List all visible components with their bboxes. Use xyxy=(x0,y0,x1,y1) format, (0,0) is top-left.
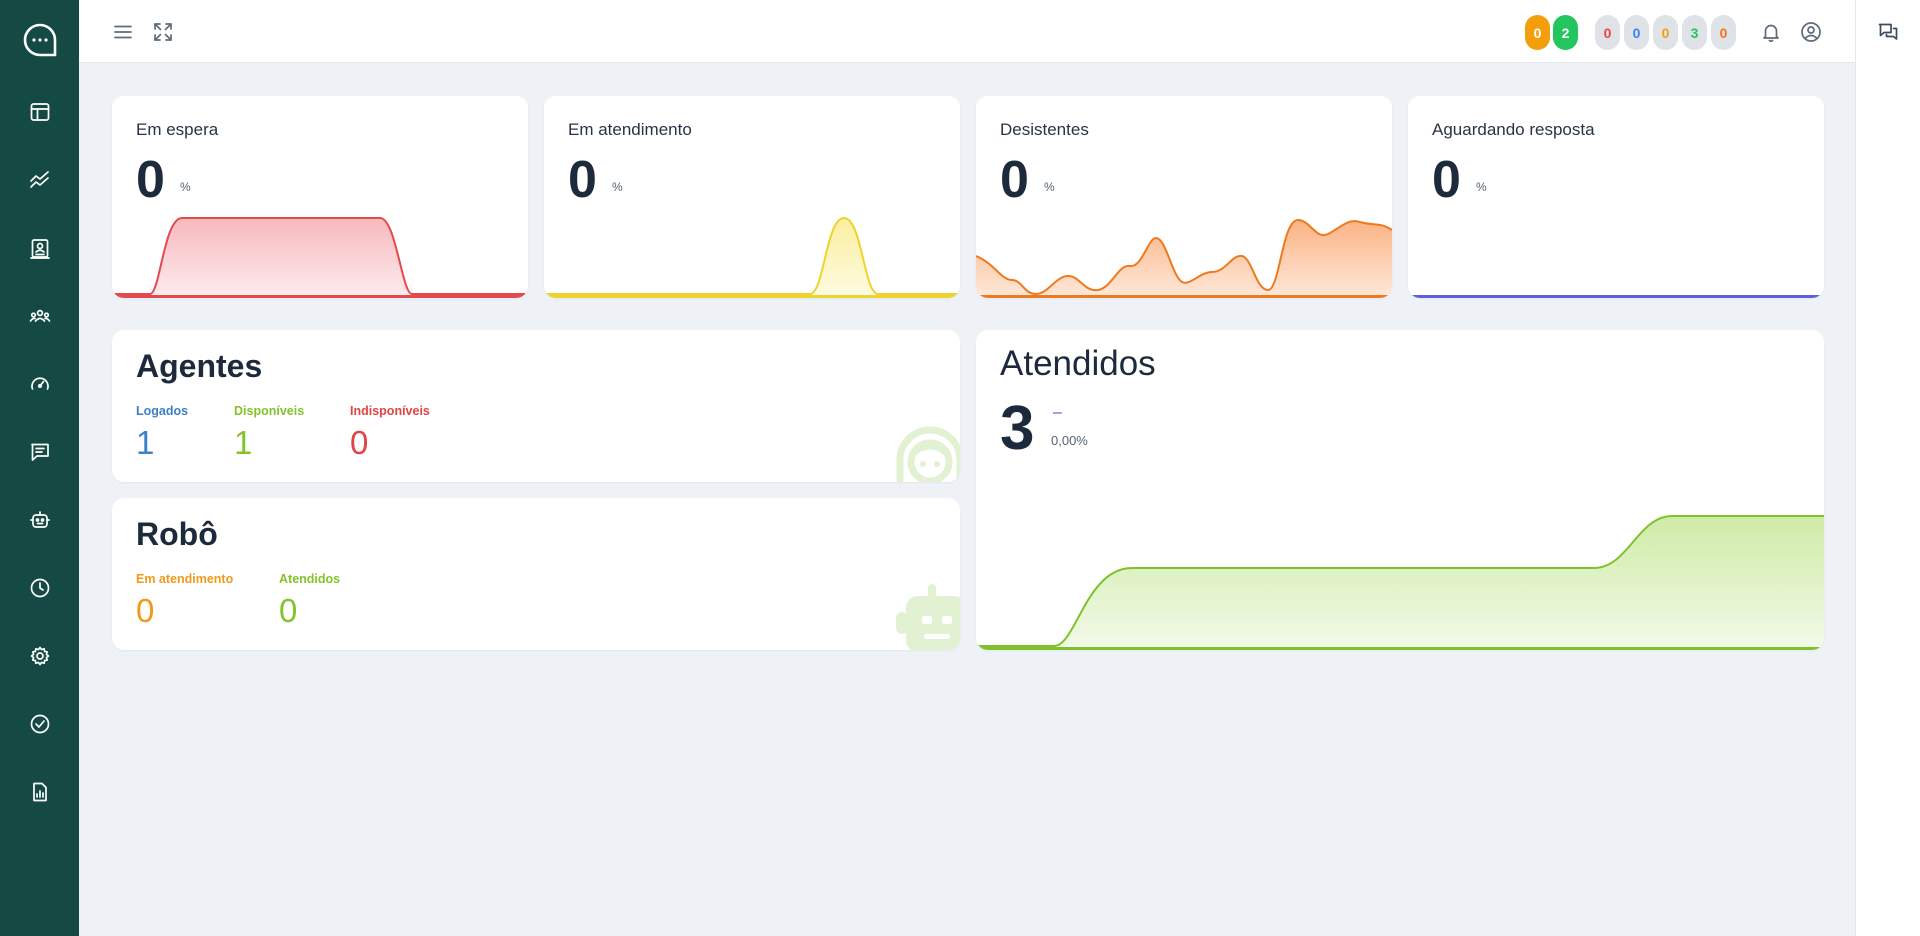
agentes-disponiveis-label: Disponíveis xyxy=(234,404,305,418)
stat-value: 0 xyxy=(136,151,165,209)
robo-atendidos-label: Atendidos xyxy=(279,572,341,586)
robo-em-atendimento-label: Em atendimento xyxy=(136,572,234,586)
sidebar xyxy=(0,0,79,936)
notifications-button[interactable] xyxy=(1757,18,1785,46)
speedometer-icon xyxy=(31,377,49,390)
stat-card-desistentes: Desistentes 0 % xyxy=(976,96,1392,298)
stat-title: Em atendimento xyxy=(568,120,692,139)
stat-title: Desistentes xyxy=(1000,120,1089,139)
stat-unit: % xyxy=(1044,180,1055,194)
user-circle-icon xyxy=(1801,22,1821,42)
queue-count-badge[interactable]: 0 xyxy=(1525,15,1550,50)
atendidos-trend: – xyxy=(1053,404,1062,421)
agentes-logados-label: Logados xyxy=(136,404,189,418)
status-count-blue[interactable]: 0 xyxy=(1624,15,1649,50)
robo-atendidos-value: 0 xyxy=(279,592,298,629)
agentes-indisponiveis-label: Indisponíveis xyxy=(350,404,430,418)
em-espera-sparkline xyxy=(112,217,528,298)
stat-title: Aguardando resposta xyxy=(1432,120,1595,139)
trend-lines-icon xyxy=(30,171,49,188)
atendidos-percent: 0,00% xyxy=(1051,433,1088,448)
sidebar-item-tasks[interactable] xyxy=(24,708,56,740)
status-count-orange[interactable]: 0 xyxy=(1711,15,1736,50)
gear-icon xyxy=(30,646,50,666)
robo-title: Robô xyxy=(136,516,218,552)
status-count-green[interactable]: 3 xyxy=(1682,15,1707,50)
robo-card: Robô Em atendimento 0 Atendidos 0 xyxy=(112,498,960,650)
atendidos-title: Atendidos xyxy=(1000,344,1156,383)
chat-panel-strip xyxy=(1855,0,1920,936)
open-chats-button[interactable] xyxy=(1874,18,1902,46)
team-icon xyxy=(29,309,51,322)
agentes-title: Agentes xyxy=(136,348,263,384)
stat-value: 0 xyxy=(1432,151,1461,209)
clock-icon xyxy=(30,578,50,598)
sidebar-item-dashboard[interactable] xyxy=(24,96,56,128)
agent-headset-icon xyxy=(896,426,960,482)
agentes-logados-value: 1 xyxy=(136,424,155,461)
atendidos-area xyxy=(976,516,1824,650)
stat-unit: % xyxy=(612,180,623,194)
check-circle-icon xyxy=(30,714,50,734)
stat-title: Em espera xyxy=(136,120,219,139)
sidebar-item-contacts[interactable] xyxy=(24,232,56,264)
robot-watermark-icon xyxy=(896,584,960,650)
agentes-card: Agentes Logados 1 Disponíveis 1 Indispon… xyxy=(112,330,960,482)
agentes-indisponiveis-value: 0 xyxy=(350,424,369,461)
dashboard-table-icon xyxy=(30,103,50,121)
stat-value: 0 xyxy=(1000,151,1029,209)
em-atendimento-sparkline xyxy=(544,216,960,298)
sidebar-item-reports[interactable] xyxy=(24,776,56,808)
stat-value: 0 xyxy=(568,151,597,209)
report-icon xyxy=(33,782,47,802)
sidebar-item-trends[interactable] xyxy=(24,164,56,196)
sidebar-item-settings[interactable] xyxy=(24,640,56,672)
expand-icon xyxy=(154,23,172,41)
atendidos-area-chart xyxy=(976,515,1824,650)
robo-em-atendimento-value: 0 xyxy=(136,592,155,629)
status-count-amber[interactable]: 0 xyxy=(1653,15,1678,50)
messages-icon xyxy=(31,443,49,461)
sidebar-item-team[interactable] xyxy=(24,300,56,332)
online-count-badge[interactable]: 2 xyxy=(1553,15,1578,50)
stat-card-aguardando-resposta: Aguardando resposta 0 % xyxy=(1408,96,1824,298)
atendidos-card: Atendidos 3 – 0,00% xyxy=(976,330,1824,650)
bell-icon xyxy=(1763,24,1779,43)
sidebar-item-performance[interactable] xyxy=(24,368,56,400)
sidebar-item-robot[interactable] xyxy=(24,504,56,536)
chat-logo-icon[interactable] xyxy=(22,22,58,58)
menu-icon xyxy=(114,25,132,39)
stat-unit: % xyxy=(1476,180,1487,194)
agentes-disponiveis-value: 1 xyxy=(234,424,253,461)
menu-button[interactable] xyxy=(109,18,137,46)
stat-unit: % xyxy=(180,180,191,194)
desistentes-sparkline xyxy=(976,218,1392,298)
profile-button[interactable] xyxy=(1797,18,1825,46)
topbar: 0 2 0 0 0 3 0 xyxy=(79,0,1855,63)
stat-card-em-espera: Em espera 0 % xyxy=(112,96,528,298)
status-count-red[interactable]: 0 xyxy=(1595,15,1620,50)
chat-bubbles-icon xyxy=(1878,23,1898,40)
atendidos-total: 3 xyxy=(1000,394,1035,463)
aguardando-sparkline xyxy=(1408,295,1824,298)
contact-card-icon xyxy=(30,239,50,259)
stat-card-em-atendimento: Em atendimento 0 % xyxy=(544,96,960,298)
sidebar-item-history[interactable] xyxy=(24,572,56,604)
robot-icon xyxy=(30,511,50,528)
sidebar-item-messages[interactable] xyxy=(24,436,56,468)
fullscreen-button[interactable] xyxy=(149,18,177,46)
